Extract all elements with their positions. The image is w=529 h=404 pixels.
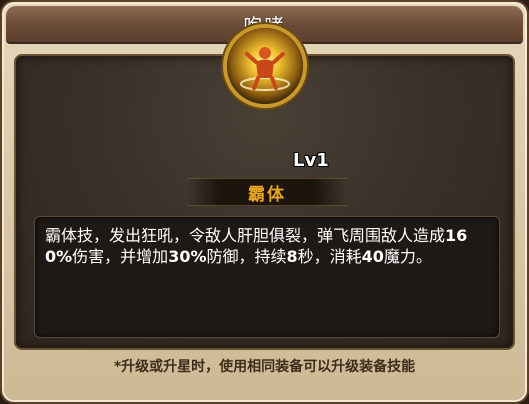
upgrade-footnote: *升级或升星时，使用相同装备可以升级装备技能: [113, 359, 416, 375]
skill-dialog: 咆哮 Lv1 霸体 霸体技，发出狂吼，令敌人肝胆俱裂，弹飞周围敌人造成160%伤…: [0, 0, 529, 404]
skill-description: 霸体技，发出狂吼，令敌人肝胆俱裂，弹飞周围敌人造成160%伤害，并增加30%防御…: [45, 226, 468, 266]
roaring-figure-icon: [227, 28, 303, 104]
skill-description-box: 霸体技，发出狂吼，令敌人肝胆俱裂，弹飞周围敌人造成160%伤害，并增加30%防御…: [34, 216, 500, 338]
skill-name-banner: 霸体: [187, 178, 347, 206]
skill-name: 霸体: [248, 184, 286, 205]
skill-level: Lv1: [293, 150, 329, 171]
